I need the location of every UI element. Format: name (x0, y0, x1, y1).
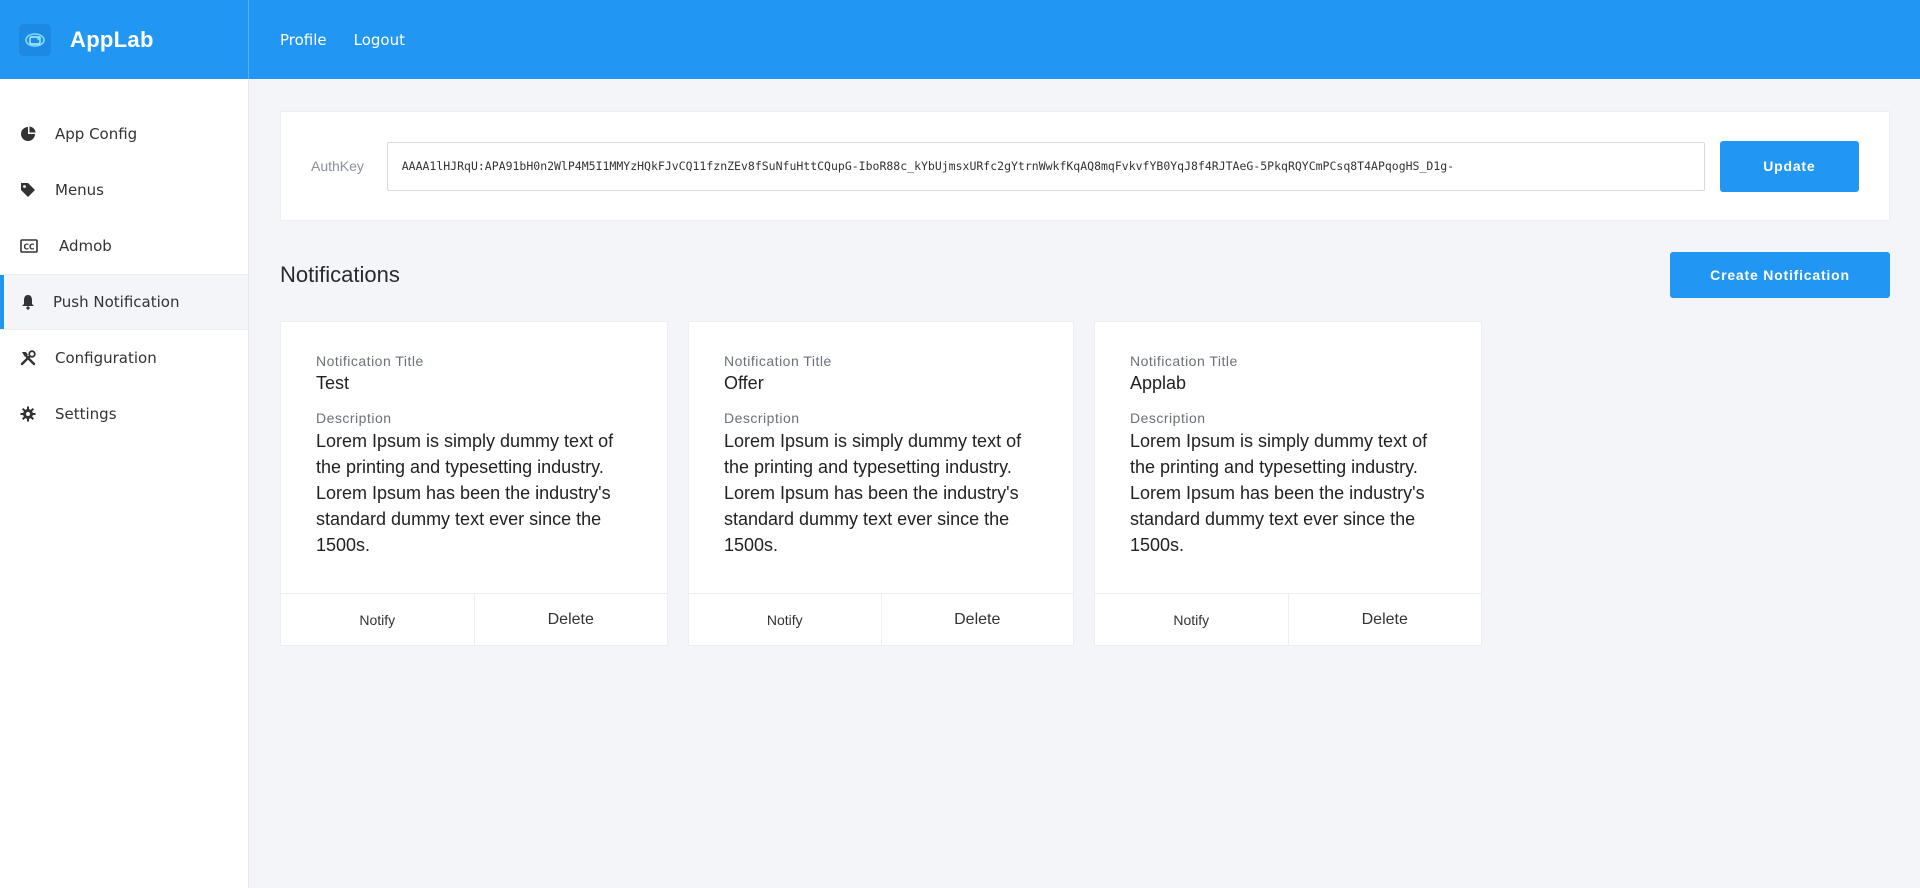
tools-icon (20, 350, 36, 366)
brand: AppLab (0, 0, 249, 79)
logout-link[interactable]: Logout (354, 31, 405, 49)
notification-description: Lorem Ipsum is simply dummy text of the … (724, 431, 1022, 555)
sidebar-item-label: Menus (55, 181, 104, 199)
description-field-label: Description (724, 410, 800, 426)
notification-card: Notification Title Offer Description Lor… (688, 321, 1074, 646)
pie-chart-icon (20, 126, 36, 142)
top-nav: Profile Logout (249, 31, 432, 49)
description-field-label: Description (1130, 410, 1206, 426)
svg-text:CC: CC (23, 243, 35, 252)
auth-key-panel: AuthKey Update (280, 111, 1890, 221)
update-button[interactable]: Update (1719, 140, 1859, 192)
sidebar-item-configuration[interactable]: Configuration (0, 330, 248, 386)
tag-icon (20, 182, 36, 198)
bell-icon (20, 294, 36, 310)
delete-button[interactable]: Delete (881, 594, 1073, 645)
title-field-label: Notification Title (1130, 353, 1238, 369)
cc-icon: CC (20, 238, 38, 254)
app-logo-icon (19, 23, 51, 56)
app-name[interactable]: AppLab (70, 27, 154, 53)
sidebar-item-label: Push Notification (53, 293, 180, 311)
main-content: AuthKey Update Notifications Create Noti… (280, 111, 1890, 646)
top-bar: AppLab Profile Logout (0, 0, 1920, 79)
delete-button[interactable]: Delete (1288, 594, 1481, 645)
sidebar-item-label: Settings (55, 405, 117, 423)
notifications-header: Notifications Create Notification (280, 252, 1890, 298)
title-field-label: Notification Title (316, 353, 424, 369)
auth-key-label: AuthKey (311, 158, 364, 174)
notification-description: Lorem Ipsum is simply dummy text of the … (1130, 431, 1428, 555)
description-field-label: Description (316, 410, 392, 426)
sidebar-item-label: Admob (59, 237, 112, 255)
sidebar-item-admob[interactable]: CC Admob (0, 218, 248, 274)
notification-title: Applab (1130, 373, 1187, 393)
notification-card: Notification Title Applab Description Lo… (1094, 321, 1482, 646)
auth-key-input[interactable] (386, 141, 1705, 191)
sidebar-item-settings[interactable]: Settings (0, 386, 248, 442)
notify-button[interactable]: Notify (281, 594, 475, 645)
sidebar-item-push-notification[interactable]: Push Notification (0, 274, 248, 330)
notify-button[interactable]: Notify (689, 594, 882, 645)
profile-link[interactable]: Profile (280, 31, 327, 49)
notification-card: Notification Title Test Description Lore… (280, 321, 668, 646)
sidebar-item-label: Configuration (55, 349, 157, 367)
sidebar-item-label: App Config (55, 125, 138, 143)
sidebar-item-menus[interactable]: Menus (0, 162, 248, 218)
title-field-label: Notification Title (724, 353, 832, 369)
notification-title: Offer (724, 373, 764, 393)
gear-icon (20, 406, 36, 422)
notify-button[interactable]: Notify (1095, 594, 1289, 645)
notification-title: Test (316, 373, 350, 393)
delete-button[interactable]: Delete (474, 594, 667, 645)
page-title: Notifications (280, 262, 400, 287)
card-actions: Notify Delete (1095, 593, 1481, 645)
notification-description: Lorem Ipsum is simply dummy text of the … (316, 431, 614, 555)
notification-cards: Notification Title Test Description Lore… (280, 321, 1890, 646)
card-actions: Notify Delete (689, 593, 1073, 645)
create-notification-button[interactable]: Create Notification (1670, 252, 1890, 298)
sidebar: App Config Menus CC Admob Push Notificat… (0, 79, 249, 888)
sidebar-item-app-config[interactable]: App Config (0, 106, 248, 162)
card-actions: Notify Delete (281, 593, 667, 645)
